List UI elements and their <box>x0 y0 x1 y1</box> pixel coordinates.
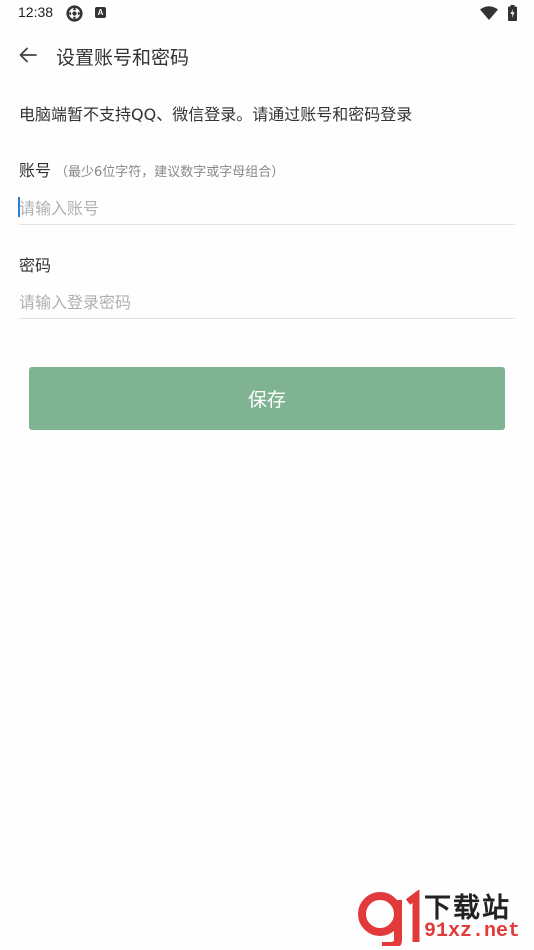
password-label: 密码 <box>19 256 52 275</box>
account-hint: （最少6位字符，建议数字或字母组合） <box>55 165 285 180</box>
watermark-logo <box>358 890 420 946</box>
wifi-icon <box>480 6 498 20</box>
arrow-left-icon <box>19 47 37 63</box>
password-label-row: 密码 <box>19 252 51 276</box>
battery-charging-icon <box>508 5 517 21</box>
gear-icon <box>66 5 83 22</box>
watermark: 下载站 91xz.net <box>358 886 530 948</box>
save-button[interactable]: 保存 <box>29 367 505 430</box>
account-label: 账号 <box>19 161 52 180</box>
page-title: 设置账号和密码 <box>56 47 190 69</box>
account-input[interactable] <box>19 192 515 225</box>
back-button[interactable] <box>14 41 42 69</box>
status-bar: 12:38 A <box>0 0 534 28</box>
login-notice: 电脑端暂不支持QQ、微信登录。请通过账号和密码登录 <box>19 105 413 124</box>
app-bar: 设置账号和密码 <box>0 32 534 78</box>
password-input[interactable] <box>19 286 515 319</box>
a-badge-icon: A <box>95 7 106 18</box>
account-label-row: 账号 （最少6位字符，建议数字或字母组合） <box>19 157 284 181</box>
watermark-site: 91xz.net <box>424 920 521 943</box>
text-caret <box>18 197 20 217</box>
status-time: 12:38 <box>18 4 54 20</box>
